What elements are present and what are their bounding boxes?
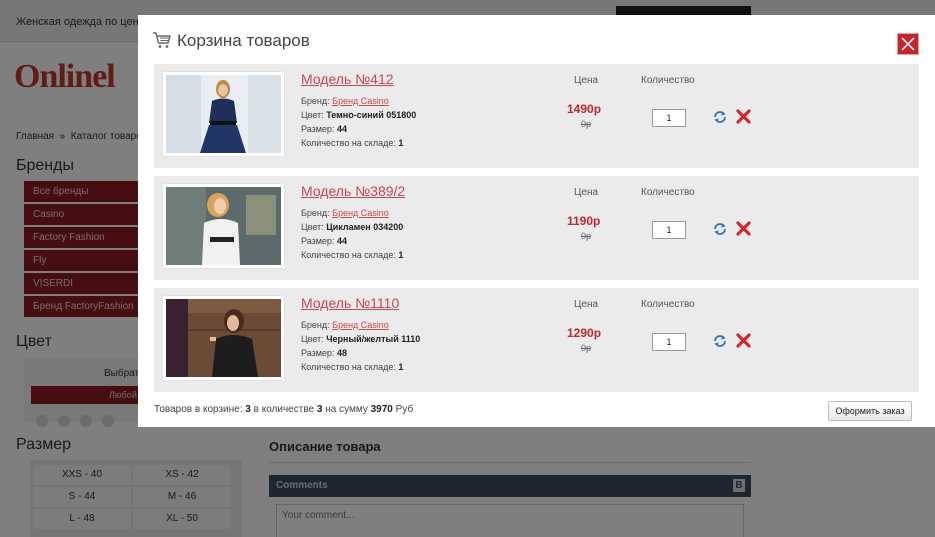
quantity-column-header: Количество: [641, 75, 695, 86]
product-stock: Количество на складе: 1: [301, 138, 403, 148]
product-image: [166, 299, 281, 377]
refresh-icon[interactable]: [713, 334, 727, 348]
old-price: 0р: [581, 343, 592, 353]
remove-icon[interactable]: [735, 220, 752, 237]
price-column-header: Цена: [574, 187, 599, 198]
price-column-header: Цена: [574, 75, 599, 86]
cart-summary: Товаров в корзине: 3 в количестве 3 на с…: [154, 404, 413, 415]
quantity-column-header: Количество: [641, 299, 695, 310]
color-value: Цикламен 034200: [326, 222, 404, 232]
size-value: 44: [336, 124, 347, 134]
color-value: Черный/желтый 1110: [326, 334, 421, 344]
product-color: Цвет: Черный/желтый 1110: [301, 334, 420, 344]
price: 1190р: [567, 214, 601, 228]
brand-link[interactable]: Бренд Casino: [332, 320, 389, 330]
product-image: [166, 75, 281, 153]
product-brand: Бренд: Бренд Casino: [301, 208, 389, 218]
color-value: Темно-синий 051800: [326, 110, 417, 120]
size-label: Размер:: [301, 124, 335, 134]
price-column-header: Цена: [574, 299, 599, 310]
size-label: Размер:: [301, 236, 335, 246]
product-color: Цвет: Цикламен 034200: [301, 222, 403, 232]
brand-link[interactable]: Бренд Casino: [332, 208, 389, 218]
size-label: Размер:: [301, 348, 335, 358]
summary-qty: 3: [316, 404, 323, 415]
refresh-icon[interactable]: [713, 110, 727, 124]
product-name-link[interactable]: Модель №412: [301, 71, 394, 87]
product-brand: Бренд: Бренд Casino: [301, 320, 389, 330]
product-size: Размер: 48: [301, 348, 347, 358]
remove-icon[interactable]: [735, 332, 752, 349]
modal-title: Корзина товаров: [177, 31, 310, 50]
brand-label: Бренд:: [301, 208, 330, 218]
refresh-icon[interactable]: [713, 222, 727, 236]
old-price: 0р: [581, 231, 592, 241]
stock-value: 1: [398, 250, 404, 260]
color-label: Цвет:: [301, 334, 324, 344]
color-label: Цвет:: [301, 110, 324, 120]
stock-label: Количество на складе:: [301, 250, 396, 260]
product-brand: Бренд: Бренд Casino: [301, 96, 389, 106]
cart-item: Модель №1110 Бренд: Бренд Casino Цвет: Ч…: [154, 288, 919, 392]
checkout-button[interactable]: Оформить заказ: [828, 401, 912, 421]
close-button[interactable]: [897, 33, 919, 55]
product-image: [166, 187, 281, 265]
stock-value: 1: [398, 362, 404, 372]
product-stock: Количество на складе: 1: [301, 362, 403, 372]
old-price: 0р: [581, 119, 592, 129]
brand-link[interactable]: Бренд Casino: [332, 96, 389, 106]
brand-label: Бренд:: [301, 96, 330, 106]
close-icon: [901, 37, 915, 51]
product-photo[interactable]: [163, 72, 284, 156]
stock-label: Количество на складе:: [301, 362, 396, 372]
product-size: Размер: 44: [301, 236, 347, 246]
summary-sum-label: на сумму: [325, 404, 368, 415]
product-stock: Количество на складе: 1: [301, 250, 403, 260]
color-label: Цвет:: [301, 222, 324, 232]
remove-icon[interactable]: [735, 108, 752, 125]
product-color: Цвет: Темно-синий 051800: [301, 110, 416, 120]
summary-prefix: Товаров в корзине:: [154, 404, 243, 415]
size-value: 44: [336, 236, 347, 246]
cart-modal: Корзина товаров Модель №412 Бренд: Бренд…: [138, 15, 935, 427]
cart-item: Модель №412 Бренд: Бренд Casino Цвет: Те…: [154, 64, 919, 168]
cart-icon: [153, 32, 171, 48]
product-name-link[interactable]: Модель №1110: [301, 295, 399, 311]
summary-count: 3: [245, 404, 251, 415]
cart-item: Модель №389/2 Бренд: Бренд Casino Цвет: …: [154, 176, 919, 280]
quantity-input[interactable]: [652, 109, 686, 127]
product-name-link[interactable]: Модель №389/2: [301, 183, 405, 199]
quantity-column-header: Количество: [641, 187, 695, 198]
summary-mid: в количестве: [253, 404, 315, 415]
summary-sum: 3970: [370, 404, 393, 415]
product-size: Размер: 44: [301, 124, 347, 134]
price: 1490р: [567, 102, 602, 116]
stock-label: Количество на складе:: [301, 138, 396, 148]
brand-label: Бренд:: [301, 320, 330, 330]
price: 1290р: [567, 326, 602, 340]
quantity-input[interactable]: [652, 333, 686, 351]
stock-value: 1: [398, 138, 404, 148]
quantity-input[interactable]: [652, 221, 686, 239]
size-value: 48: [336, 348, 347, 358]
product-photo[interactable]: [163, 296, 284, 380]
summary-currency: Руб: [395, 404, 414, 415]
product-photo[interactable]: [163, 184, 284, 268]
